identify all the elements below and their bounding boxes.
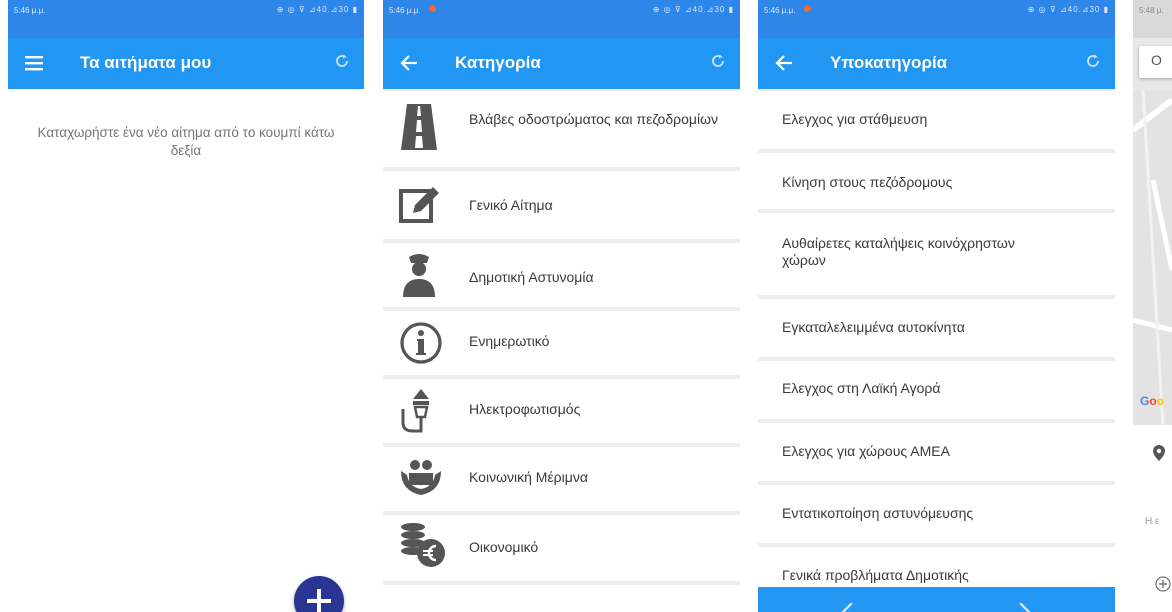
screen-my-requests: 5:46 μ.μ. ⊕ ◎ ⊽ ⊿40.⊿30 ▮ Τα αιτήματα μο… xyxy=(8,0,364,612)
map-view[interactable] xyxy=(1133,90,1172,425)
subcategory-item[interactable]: Ελεγχος για στάθμευση xyxy=(758,91,1115,149)
category-label: Δημοτική Αστυνομία xyxy=(469,269,594,285)
subcategory-label: Αυθαίρετες καταλήψεις κοινόχρηστων χώρων xyxy=(782,235,1015,268)
subcategory-item[interactable]: Εντατικοποίηση αστυνόμευσης xyxy=(758,485,1115,543)
page-title: Τα αιτήματα μου xyxy=(80,53,212,72)
subcategory-label: Κίνηση στους πεζόδρομους xyxy=(782,174,953,190)
add-location-icon[interactable] xyxy=(1155,576,1171,592)
search-icon: Ο xyxy=(1151,52,1162,68)
police-officer-icon xyxy=(403,254,435,297)
status-time: 5:46 μ.μ. xyxy=(14,6,46,15)
subcategory-label: Γενικά προβλήματα Δημοτικής xyxy=(782,567,969,583)
screen-map: 5:48 μ. Ο Goo Η ε xyxy=(1133,0,1172,612)
subcategory-label: Ελεγχος για στάθμευση xyxy=(782,111,928,127)
back-arrow-icon[interactable] xyxy=(399,52,419,74)
status-time: 5:46 μ.μ. xyxy=(764,6,796,15)
street-lamp-icon xyxy=(401,389,429,433)
category-item[interactable]: Ηλεκτροφωτισμός xyxy=(383,379,740,443)
coins-euro-icon xyxy=(401,523,445,567)
category-item[interactable]: Βλάβες οδοστρώματος και πεζοδρομίων xyxy=(383,91,740,167)
arrow-left-icon[interactable] xyxy=(838,603,858,612)
status-icons: ⊕ ◎ ⊽ ⊿40.⊿30 ▮ xyxy=(1027,5,1109,14)
app-bar: Τα αιτήματα μου xyxy=(8,38,364,89)
status-time: 5:48 μ. xyxy=(1139,6,1164,15)
category-item[interactable]: Γενικό Αίτημα xyxy=(383,171,740,239)
back-arrow-icon[interactable] xyxy=(774,52,794,74)
page-title: Κατηγορία xyxy=(455,53,541,72)
status-bar: 5:46 μ.μ. ⊕ ◎ ⊽ ⊿40.⊿30 ▮ xyxy=(8,0,364,38)
status-icons: ⊕ ◎ ⊽ ⊿40.⊿30 ▮ xyxy=(652,5,734,14)
category-label: Ηλεκτροφωτισμός xyxy=(469,401,581,417)
subcategory-item[interactable]: Αυθαίρετες καταλήψεις κοινόχρηστων χώρων xyxy=(758,213,1115,295)
subcategory-item[interactable]: Εγκαταλελειμμένα αυτοκίνητα xyxy=(758,299,1115,357)
arrow-right-icon[interactable] xyxy=(1014,603,1034,612)
address-text: Η ε xyxy=(1145,516,1160,527)
category-label: Βλάβες οδοστρώματος και πεζοδρομίων xyxy=(469,111,718,127)
app-bar: Υποκατηγορία xyxy=(758,38,1115,89)
map-roads xyxy=(1133,90,1172,425)
refresh-icon[interactable] xyxy=(710,53,726,69)
subcategory-item[interactable]: Κίνηση στους πεζόδρομους xyxy=(758,153,1115,209)
status-time: 5:46 μ.μ. xyxy=(389,6,421,15)
app-bar: Κατηγορία xyxy=(383,38,740,89)
location-pin-icon xyxy=(1153,445,1165,461)
refresh-icon[interactable] xyxy=(334,53,350,69)
category-label: Οικονομικό xyxy=(469,539,539,555)
status-bar: 5:46 μ.μ. ⊕ ◎ ⊽ ⊿40.⊿30 ▮ xyxy=(383,0,740,38)
category-item[interactable]: Ενημερωτικό xyxy=(383,311,740,375)
edit-icon xyxy=(399,187,439,223)
road-icon xyxy=(401,104,437,150)
google-logo: Goo xyxy=(1140,394,1164,408)
category-label: Γενικό Αίτημα xyxy=(469,197,553,213)
notification-dot xyxy=(429,5,436,12)
subcategory-item[interactable]: Ελεγχος για χώρους ΑΜΕΑ xyxy=(758,423,1115,481)
subcategory-item[interactable]: Ελεγχος στη Λαϊκή Αγορά xyxy=(758,361,1115,419)
category-label: Κοινωνική Μέριμνα xyxy=(469,469,588,485)
subcategory-label: Εγκαταλελειμμένα αυτοκίνητα xyxy=(782,319,965,335)
screen-subcategory: 5:46 μ.μ. ⊕ ◎ ⊽ ⊿40.⊿30 ▮ Υποκατηγορία Ε… xyxy=(758,0,1115,612)
subcategory-item[interactable]: Γενικά προβλήματα Δημοτικής xyxy=(758,547,1115,587)
screen-category: 5:46 μ.μ. ⊕ ◎ ⊽ ⊿40.⊿30 ▮ Κατηγορία Βλάβ… xyxy=(383,0,740,612)
category-item[interactable] xyxy=(383,585,740,612)
info-icon xyxy=(400,322,442,364)
subcategory-label: Ελεγχος στη Λαϊκή Αγορά xyxy=(782,380,941,396)
refresh-icon[interactable] xyxy=(1085,53,1101,69)
search-box[interactable]: Ο xyxy=(1139,46,1172,78)
page-title: Υποκατηγορία xyxy=(830,53,948,72)
menu-icon[interactable] xyxy=(24,52,44,74)
notification-dot xyxy=(804,5,811,12)
bottom-navigation-bar xyxy=(758,587,1115,612)
status-icons: ⊕ ◎ ⊽ ⊿40.⊿30 ▮ xyxy=(276,5,358,14)
plus-icon xyxy=(307,589,331,612)
add-request-button[interactable] xyxy=(294,576,344,612)
category-label: Ενημερωτικό xyxy=(469,333,550,349)
family-care-icon xyxy=(401,460,441,495)
status-bar: 5:48 μ. xyxy=(1133,0,1172,38)
subcategory-label: Ελεγχος για χώρους ΑΜΕΑ xyxy=(782,443,950,459)
subcategory-label: Εντατικοποίηση αστυνόμευσης xyxy=(782,505,974,521)
category-item[interactable]: Δημοτική Αστυνομία xyxy=(383,243,740,307)
empty-state-message: Καταχωρήστε ένα νέο αίτημα από το κουμπί… xyxy=(37,125,335,158)
status-bar: 5:46 μ.μ. ⊕ ◎ ⊽ ⊿40.⊿30 ▮ xyxy=(758,0,1115,38)
category-item[interactable]: Οικονομικό xyxy=(383,515,740,581)
category-item[interactable]: Κοινωνική Μέριμνα xyxy=(383,447,740,511)
